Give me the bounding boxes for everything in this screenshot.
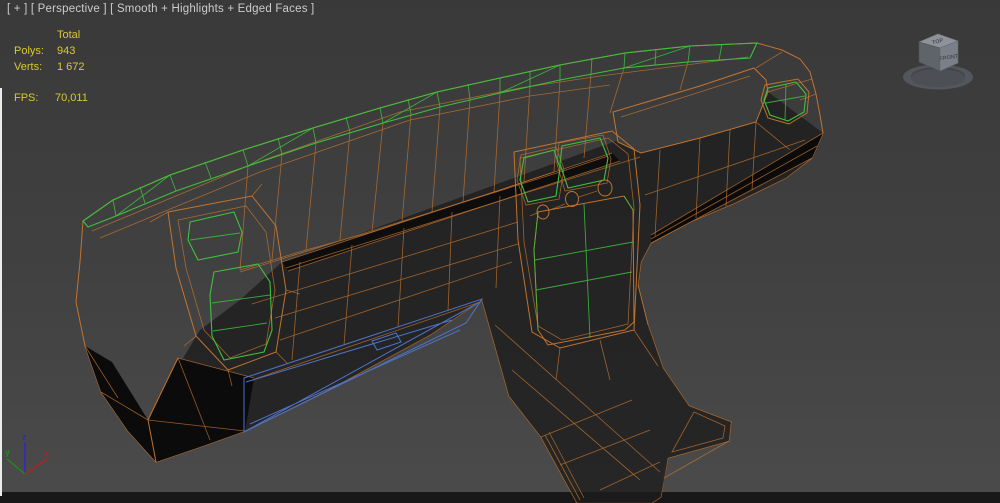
stats-polys-label: Polys: [14,46,44,57]
axis-tripod: z y x [5,432,49,474]
y-axis-label: y [5,447,10,457]
front-face-shading [156,92,823,503]
x-axis [25,459,47,474]
viewport-bottom-border [0,492,1000,503]
z-axis-label: z [22,432,27,442]
x-axis-label: x [44,448,49,458]
viewport-label[interactable]: [ + ] [ Perspective ] [ Smooth + Highlig… [7,3,314,15]
stats-total-header: Total [57,30,80,41]
viewcube[interactable]: TOP FRONT LEFT [652,0,973,89]
viewcube-cube[interactable]: TOP FRONT LEFT [652,0,959,71]
y-axis [7,459,25,474]
scene-render: TOP FRONT LEFT z y x [0,0,1000,503]
stats-fps-value: 70,011 [55,93,88,104]
stats-polys-value: 943 [57,46,75,57]
viewport-canvas[interactable]: TOP FRONT LEFT z y x [ + ] [ Perspective… [0,0,1000,503]
dashboard-mesh[interactable] [76,43,823,503]
left-vent-upper [188,212,242,260]
stats-fps-label: FPS: [14,93,38,104]
stats-verts-label: Verts: [14,62,42,73]
stats-verts-value: 1 672 [57,62,85,73]
viewport-left-border [0,88,2,496]
